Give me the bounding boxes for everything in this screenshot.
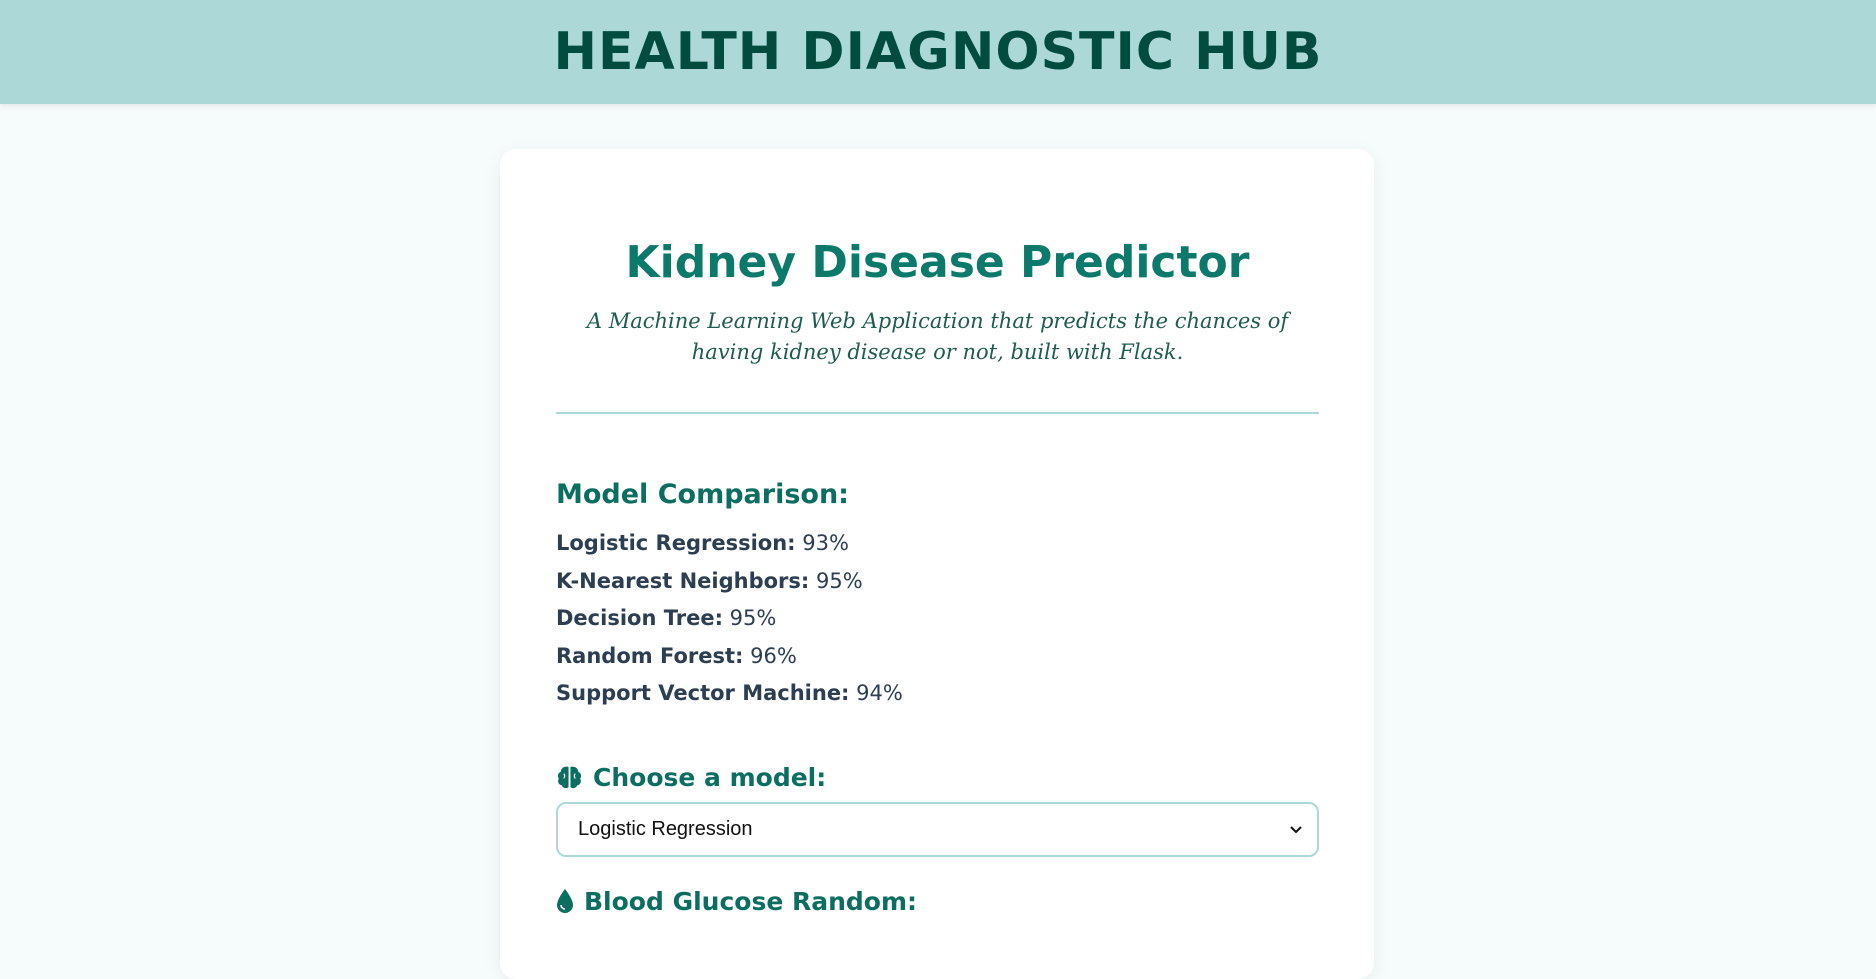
model-select-value: Logistic Regression (578, 817, 753, 840)
model-score: 95% (729, 606, 777, 630)
model-score: 94% (856, 681, 903, 705)
model-score: 96% (750, 643, 797, 668)
page-subtitle: A Machine Learning Web Application that … (586, 309, 1289, 364)
list-item: K-Nearest Neighbors: 95% (556, 563, 1319, 601)
model-comparison-list: Logistic Regression: 93% K-Nearest Neigh… (556, 525, 1319, 713)
list-item: Decision Tree: 95% (556, 600, 1319, 638)
model-name: Random Forest: (556, 643, 744, 668)
brain-icon (557, 766, 582, 788)
model-name: Decision Tree: (556, 606, 723, 630)
site-title: HEALTH DIAGNOSTIC HUB (553, 22, 1323, 82)
blood-glucose-text: Blood Glucose Random: (584, 886, 918, 916)
predictor-card: Kidney Disease Predictor A Machine Learn… (500, 149, 1374, 979)
model-comparison-title: Model Comparison: (556, 479, 849, 510)
model-select[interactable]: Logistic Regression (556, 801, 1319, 857)
model-score: 93% (802, 531, 849, 555)
site-header: HEALTH DIAGNOSTIC HUB (0, 0, 1876, 104)
page-title: Kidney Disease Predictor (625, 237, 1250, 288)
choose-model-text: Choose a model: (593, 762, 827, 792)
card-content: Kidney Disease Predictor A Machine Learn… (556, 237, 1319, 916)
chevron-down-icon (1290, 826, 1302, 834)
list-item: Support Vector Machine: 94% (556, 675, 1319, 713)
model-name: Logistic Regression: (556, 531, 796, 555)
list-item: Logistic Regression: 93% (556, 525, 1319, 563)
choose-model-label: Choose a model: (556, 763, 1319, 792)
droplet-icon (557, 889, 573, 913)
model-name: Support Vector Machine: (556, 681, 850, 705)
model-name: K-Nearest Neighbors: (556, 568, 810, 593)
list-item: Random Forest: 96% (556, 638, 1319, 676)
blood-glucose-label: Blood Glucose Random: (556, 887, 1319, 916)
model-score: 95% (816, 568, 863, 593)
divider (556, 412, 1319, 414)
